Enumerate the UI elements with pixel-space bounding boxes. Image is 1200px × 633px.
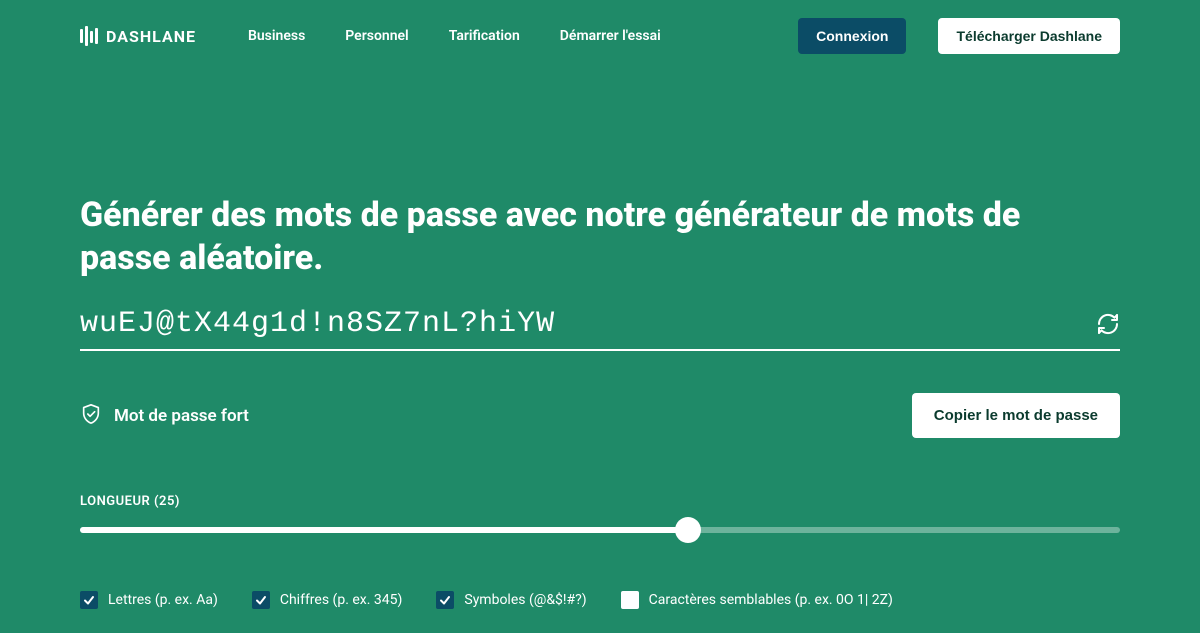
nav-pricing[interactable]: Tarification [449,28,520,44]
main-content: Générer des mots de passe avec notre gén… [0,54,1200,609]
checkbox-checked-icon [252,591,270,609]
checkbox-checked-icon [80,591,98,609]
copy-password-button[interactable]: Copier le mot de passe [912,393,1120,438]
nav-personal[interactable]: Personnel [345,28,408,44]
header: DASHLANE Business Personnel Tarification… [0,0,1200,54]
download-button[interactable]: Télécharger Dashlane [938,18,1120,54]
option-similar-label: Caractères semblables (p. ex. 0O 1| 2Z) [649,592,893,608]
option-letters-label: Lettres (p. ex. Aa) [108,592,218,608]
login-button[interactable]: Connexion [798,18,906,54]
brand-name: DASHLANE [106,27,196,46]
page-title: Générer des mots de passe avec notre gén… [80,194,1080,279]
option-symbols-label: Symboles (@&$!#?) [464,592,586,608]
shield-check-icon [80,403,102,429]
option-digits-label: Chiffres (p. ex. 345) [280,592,403,608]
main-nav: Business Personnel Tarification Démarrer… [248,28,661,44]
logo-mark-icon [80,26,98,46]
option-digits[interactable]: Chiffres (p. ex. 345) [252,591,403,609]
checkbox-unchecked-icon [621,591,639,609]
strength-label: Mot de passe fort [114,406,249,426]
length-label: LONGUEUR (25) [80,494,1120,509]
length-slider[interactable] [80,527,1120,533]
password-row: wuEJ@tX44g1d!n8SZ7nL?hiYW [80,307,1120,351]
nav-business[interactable]: Business [248,28,305,44]
slider-fill [80,527,688,533]
option-similar[interactable]: Caractères semblables (p. ex. 0O 1| 2Z) [621,591,893,609]
checkbox-checked-icon [436,591,454,609]
refresh-icon[interactable] [1096,312,1120,336]
option-symbols[interactable]: Symboles (@&$!#?) [436,591,586,609]
option-letters[interactable]: Lettres (p. ex. Aa) [80,591,218,609]
generated-password: wuEJ@tX44g1d!n8SZ7nL?hiYW [80,307,1096,341]
brand-logo[interactable]: DASHLANE [80,26,196,46]
nav-trial[interactable]: Démarrer l'essai [560,28,661,44]
slider-thumb[interactable] [675,517,701,543]
options-row: Lettres (p. ex. Aa) Chiffres (p. ex. 345… [80,591,1120,609]
strength-row: Mot de passe fort Copier le mot de passe [80,393,1120,438]
